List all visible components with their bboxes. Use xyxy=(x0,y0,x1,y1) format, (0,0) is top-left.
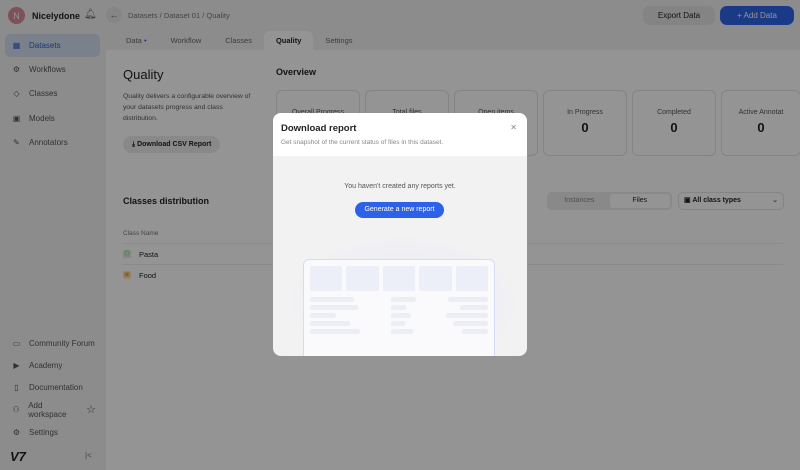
download-report-modal: Download report Get snapshot of the curr… xyxy=(273,113,527,356)
modal-header: Download report Get snapshot of the curr… xyxy=(273,113,527,156)
report-illustration xyxy=(303,259,495,356)
modal-title: Download report xyxy=(281,123,357,134)
modal-subtitle: Get snapshot of the current status of fi… xyxy=(281,139,444,146)
generate-report-button[interactable]: Generate a new report xyxy=(355,202,444,218)
close-icon[interactable]: ✕ xyxy=(510,123,517,132)
empty-state-text: You haven't created any reports yet. xyxy=(344,183,456,190)
